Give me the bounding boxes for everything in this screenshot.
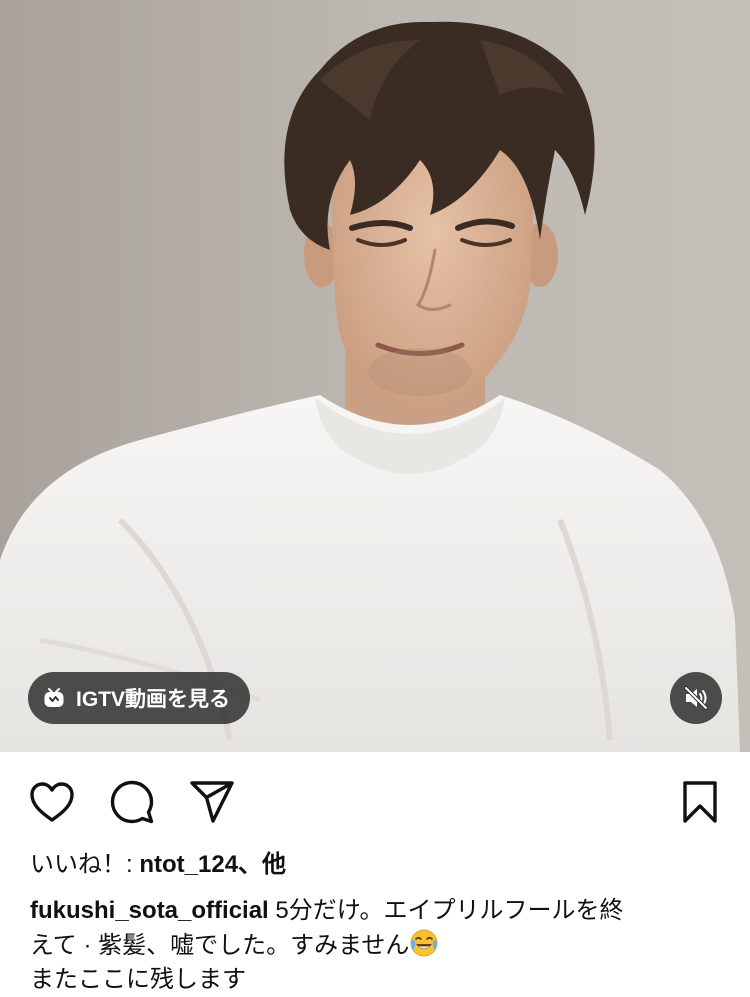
caption-line-3: またここに残します (30, 963, 720, 997)
heart-icon (30, 782, 74, 822)
instagram-post: IGTV動画を見る いいね！: ntot_124、他 fukushi_sota_… (0, 0, 750, 997)
post-action-bar (0, 752, 750, 848)
igtv-watch-button[interactable]: IGTV動画を見る (28, 672, 251, 724)
mute-toggle-button[interactable] (670, 672, 722, 724)
paper-plane-icon (190, 781, 234, 823)
post-video-frame (0, 0, 750, 752)
tears-of-joy-emoji-icon (410, 929, 438, 957)
igtv-icon (44, 688, 64, 707)
caption-text-3: またここに残します (30, 966, 246, 993)
speaker-muted-icon (684, 686, 708, 710)
post-media[interactable]: IGTV動画を見る (0, 0, 750, 752)
comment-bubble-icon (110, 780, 154, 824)
caption-text-2: えて · 紫髪、嘘でした。すみません (30, 932, 410, 959)
likes-user-link[interactable]: ntot_124 (139, 851, 238, 878)
likes-others[interactable]: 、他 (238, 851, 286, 878)
bookmark-icon (683, 781, 717, 823)
share-button[interactable] (188, 778, 236, 826)
like-button[interactable] (28, 778, 76, 826)
post-caption: fukushi_sota_official 5分だけ。エイプリルフールを終 えて… (30, 894, 720, 997)
likes-summary[interactable]: いいね！: ntot_124、他 (30, 850, 286, 880)
caption-line-1: fukushi_sota_official 5分だけ。エイプリルフールを終 (30, 894, 720, 928)
caption-line-2: えて · 紫髪、嘘でした。すみません (30, 928, 720, 963)
likes-prefix: いいね！: (30, 851, 140, 878)
comment-button[interactable] (108, 778, 156, 826)
caption-username-link[interactable]: fukushi_sota_official (30, 897, 269, 924)
save-button[interactable] (676, 778, 724, 826)
igtv-watch-label: IGTV動画を見る (76, 688, 231, 711)
caption-text-1: 5分だけ。エイプリルフールを終 (268, 897, 624, 924)
